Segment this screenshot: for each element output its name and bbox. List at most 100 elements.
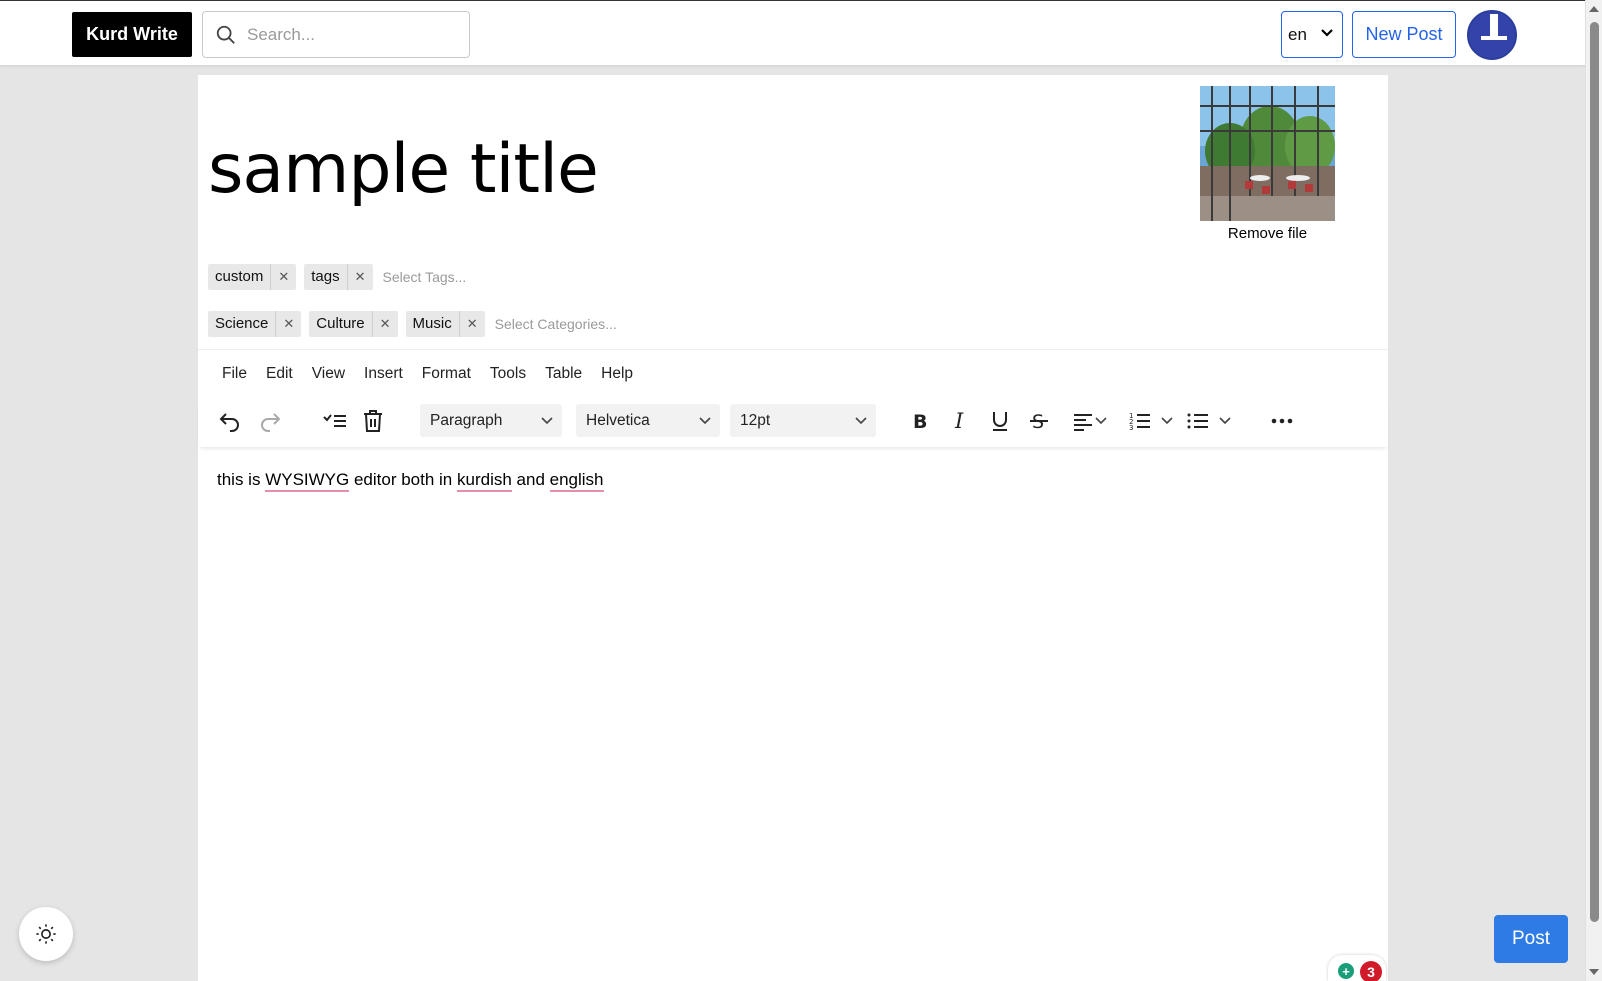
more-button[interactable] — [1270, 409, 1294, 433]
page-scrollbar[interactable] — [1585, 0, 1602, 981]
underline-icon — [993, 412, 1007, 431]
chevron-down-icon — [699, 417, 711, 425]
undo-icon — [219, 413, 239, 432]
numbered-list-dropdown[interactable]: 123 — [1128, 409, 1174, 433]
remove-tag-icon[interactable]: ✕ — [271, 269, 296, 285]
scroll-thumb[interactable] — [1590, 22, 1599, 922]
delete-button[interactable] — [362, 409, 384, 433]
misspelled-word: WYSIWYG — [265, 470, 350, 492]
redo-icon — [261, 413, 281, 432]
redo-button[interactable] — [258, 409, 282, 433]
chevron-down-icon — [541, 417, 553, 425]
category-chip: Culture ✕ — [309, 311, 398, 337]
tags-placeholder[interactable]: Select Tags... — [383, 269, 467, 285]
menu-edit[interactable]: Edit — [266, 365, 293, 383]
italic-icon: I — [954, 409, 964, 433]
menu-view[interactable]: View — [312, 365, 345, 383]
editor-menubar: File Edit View Insert Format Tools Table… — [222, 365, 652, 383]
theme-toggle-button[interactable] — [19, 907, 73, 961]
strikethrough-button[interactable]: S — [1028, 409, 1050, 433]
notification-badge: 3 — [1360, 961, 1382, 981]
menu-insert[interactable]: Insert — [364, 365, 403, 383]
category-label: Culture — [309, 311, 373, 337]
remove-file-button[interactable]: Remove file — [1200, 225, 1335, 242]
divider — [198, 349, 1388, 350]
trash-icon — [364, 410, 382, 432]
post-editor-card: sample title Remove file custom ✕ tags ✕… — [198, 75, 1388, 981]
remove-category-icon[interactable]: ✕ — [276, 316, 301, 332]
select-all-icon — [323, 414, 346, 427]
font-size-dropdown[interactable]: 12pt — [730, 404, 876, 437]
content-text: and — [511, 470, 550, 489]
remove-category-icon[interactable]: ✕ — [460, 316, 485, 332]
menu-tools[interactable]: Tools — [490, 365, 526, 383]
chevron-down-icon — [1095, 417, 1107, 425]
tag-chip: custom ✕ — [208, 264, 297, 290]
search-input[interactable] — [247, 24, 447, 45]
brand-logo[interactable]: Kurd Write — [72, 12, 192, 57]
language-select[interactable]: en — [1281, 11, 1343, 58]
block-format-value: Paragraph — [430, 411, 503, 429]
tags-select[interactable]: custom ✕ tags ✕ Select Tags... — [208, 264, 466, 290]
tag-chip: tags ✕ — [304, 264, 373, 290]
bullet-list-dropdown[interactable] — [1186, 409, 1232, 433]
menu-format[interactable]: Format — [422, 365, 471, 383]
language-value: en — [1288, 24, 1307, 44]
svg-text:3: 3 — [1129, 424, 1133, 432]
svg-text:B: B — [913, 411, 927, 433]
font-family-value: Helvetica — [586, 411, 650, 429]
avatar[interactable] — [1467, 10, 1517, 60]
chevron-down-icon — [1161, 417, 1173, 425]
remove-tag-icon[interactable]: ✕ — [348, 269, 373, 285]
font-family-dropdown[interactable]: Helvetica — [576, 404, 720, 437]
menu-file[interactable]: File — [222, 365, 247, 383]
align-dropdown[interactable] — [1072, 409, 1108, 433]
undo-button[interactable] — [218, 409, 242, 433]
grammar-widget[interactable]: + 3 — [1328, 955, 1386, 981]
category-label: Music — [406, 311, 460, 337]
italic-button[interactable]: I — [950, 409, 972, 433]
category-chip: Science ✕ — [208, 311, 302, 337]
strikethrough-icon: S — [1030, 411, 1048, 433]
misspelled-word: kurdish — [457, 470, 512, 492]
editor-toolbar: Paragraph Helvetica 12pt B I S 123 — [198, 397, 1388, 447]
menu-help[interactable]: Help — [601, 365, 633, 383]
scroll-down-arrow[interactable] — [1589, 969, 1599, 975]
more-icon — [1271, 418, 1293, 424]
bold-button[interactable]: B — [910, 409, 932, 433]
align-left-icon — [1074, 414, 1092, 431]
categories-placeholder[interactable]: Select Categories... — [495, 316, 617, 332]
tag-label: custom — [208, 264, 272, 290]
chevron-down-icon — [855, 417, 867, 425]
chevron-down-icon — [1219, 417, 1231, 425]
top-navbar: Kurd Write en New Post — [0, 0, 1585, 66]
plus-icon: + — [1338, 963, 1354, 979]
block-format-dropdown[interactable]: Paragraph — [420, 404, 562, 437]
cover-image — [1200, 86, 1335, 221]
content-text: this is — [217, 470, 266, 489]
categories-select[interactable]: Science ✕ Culture ✕ Music ✕ Select Categ… — [208, 311, 617, 337]
chevron-down-icon — [1321, 29, 1333, 37]
editor-content[interactable]: this is WYSIWYG editor both in kurdish a… — [217, 470, 604, 492]
category-chip: Music ✕ — [405, 311, 485, 337]
bullet-list-icon — [1187, 413, 1208, 429]
remove-category-icon[interactable]: ✕ — [373, 316, 398, 332]
avatar-image — [1469, 12, 1515, 58]
menu-table[interactable]: Table — [545, 365, 582, 383]
search-box[interactable] — [202, 11, 470, 58]
select-all-button[interactable] — [322, 409, 348, 433]
category-label: Science — [208, 311, 277, 337]
new-post-button[interactable]: New Post — [1352, 11, 1456, 58]
content-text: editor both in — [349, 470, 457, 489]
svg-text:I: I — [954, 409, 964, 433]
misspelled-word: english — [549, 470, 604, 492]
scroll-up-arrow[interactable] — [1589, 6, 1599, 12]
post-button[interactable]: Post — [1494, 915, 1568, 963]
underline-button[interactable] — [989, 409, 1011, 433]
bold-icon: B — [913, 411, 927, 433]
tag-label: tags — [304, 264, 348, 290]
search-icon — [216, 25, 235, 44]
sun-icon — [36, 924, 56, 944]
post-title-input[interactable]: sample title — [208, 130, 599, 209]
numbered-list-icon: 123 — [1129, 412, 1150, 432]
